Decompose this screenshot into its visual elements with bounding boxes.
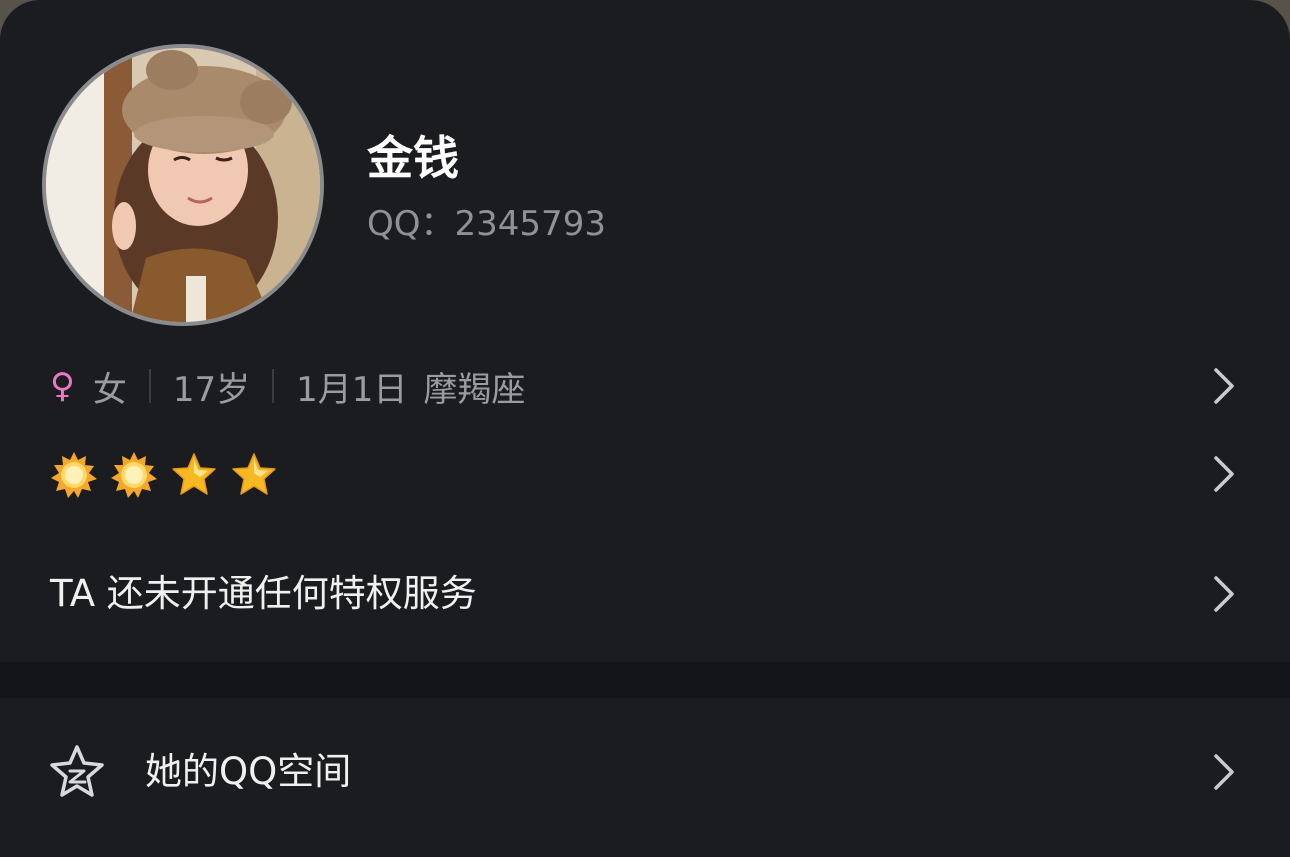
chevron-right-icon — [1214, 456, 1234, 492]
level-icons — [50, 451, 278, 499]
profile-card: 金钱 QQ：2345793 ♀ 女 17岁 1月1日 摩羯座 TA 还未开通任何… — [0, 0, 1290, 857]
qq-number-row: QQ：2345793 — [367, 204, 606, 244]
separator — [272, 369, 275, 403]
chevron-right-icon — [1214, 368, 1234, 404]
birthday-text: 1月1日 — [296, 369, 408, 410]
qq-number: 2345793 — [454, 204, 606, 244]
profile-name: 金钱 — [367, 131, 459, 185]
privilege-text: TA 还未开通任何特权服务 — [50, 572, 477, 615]
star-icon — [232, 453, 276, 495]
avatar[interactable] — [42, 44, 324, 326]
qq-label: QQ： — [367, 204, 455, 244]
basic-info-row[interactable]: ♀ 女 17岁 1月1日 摩羯座 — [0, 356, 1290, 416]
star-icon — [172, 453, 216, 495]
qzone-star-icon — [50, 745, 104, 797]
age-text: 17岁 — [172, 369, 251, 410]
basic-info: ♀ 女 17岁 1月1日 摩羯座 — [50, 356, 525, 416]
sun-icon — [51, 452, 97, 498]
privilege-row[interactable]: TA 还未开通任何特权服务 — [0, 562, 1290, 626]
gender-text: 女 — [92, 369, 127, 410]
avatar-image — [46, 48, 320, 322]
qzone-label: 她的QQ空间 — [145, 750, 352, 793]
section-divider — [0, 662, 1290, 698]
chevron-right-icon — [1214, 754, 1234, 790]
separator — [148, 369, 151, 403]
female-icon: ♀ — [50, 366, 75, 406]
sun-icon — [111, 452, 157, 498]
zodiac-text: 摩羯座 — [423, 369, 526, 410]
chevron-right-icon — [1214, 576, 1234, 612]
qzone-row[interactable]: 她的QQ空间 — [0, 740, 1290, 804]
qq-level-row[interactable] — [0, 446, 1290, 506]
